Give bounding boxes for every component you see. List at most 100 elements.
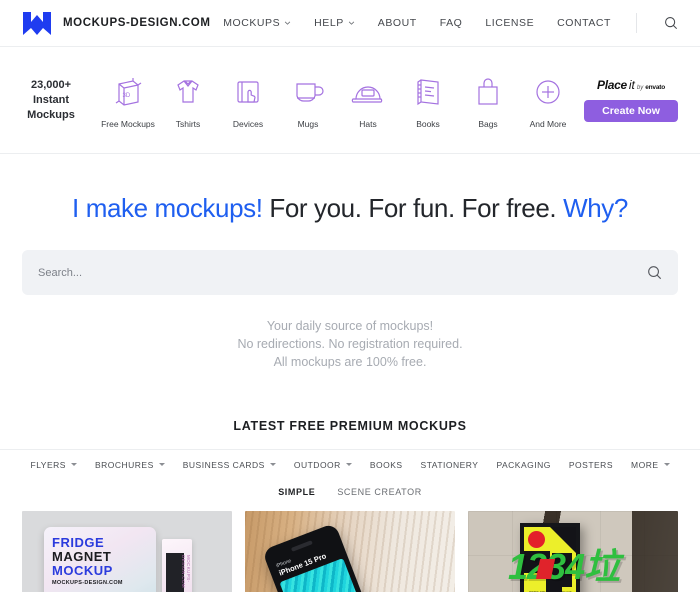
mockup-card-poster-wall[interactable]: FREE STYLISH MOCKUP MOCKUPS-DESIGN 1234垃…: [468, 511, 678, 592]
wall-shadow: [632, 511, 678, 592]
filter-label: BUSINESS CARDS: [182, 459, 265, 470]
logo[interactable]: MOCKUPS-DESIGN.COM: [22, 11, 211, 36]
count-line-1: 23,000+: [30, 78, 72, 91]
chevron-down-icon: [269, 463, 276, 466]
category-items: 3D Free Mockups Tshirts Devices Mugs Hat…: [80, 72, 578, 129]
search-input[interactable]: [38, 266, 647, 279]
header-search-button[interactable]: [664, 16, 678, 30]
poster-shape-2: [524, 551, 550, 573]
placeit-promo: Place it by envato Create Now: [584, 78, 678, 122]
mockup-card-iphone-wood[interactable]: iPhone iPhone 15 Pro: [245, 511, 455, 592]
page-root: MOCKUPS-DESIGN.COM MOCKUPS HELP ABOUT FA…: [0, 0, 700, 592]
magnet-line-4: MOCKUPS-DESIGN.COM: [52, 580, 123, 586]
poster-frame: FREE STYLISH MOCKUP MOCKUPS-DESIGN: [520, 523, 580, 592]
tagline-line-1: Your daily source of mockups!: [266, 319, 434, 333]
placeit-logo: Place it by envato: [597, 78, 665, 92]
nav-divider: [636, 13, 637, 33]
filter-label: PACKAGING: [496, 459, 551, 470]
filter-brochures[interactable]: BROCHURES: [95, 460, 165, 470]
nav-label: FAQ: [439, 17, 463, 29]
search-icon: [665, 17, 678, 30]
headline-dark: For you. For fun. For free.: [262, 193, 564, 223]
magnet-line-2: MAGNET: [52, 549, 112, 564]
site-header: MOCKUPS-DESIGN.COM MOCKUPS HELP ABOUT FA…: [0, 0, 700, 47]
magnet-side-text: MOCKUPS-DESIGN.COM: [181, 555, 191, 589]
nav-item-about[interactable]: ABOUT: [378, 17, 417, 29]
filter-books[interactable]: BOOKS: [370, 460, 403, 470]
poster-shape-4: [546, 573, 562, 592]
nav-item-help[interactable]: HELP: [314, 17, 355, 29]
nav-label: LICENSE: [485, 17, 535, 29]
svg-text:3D: 3D: [123, 93, 131, 99]
device-hand-icon: [232, 72, 264, 112]
mockup-card-fridge-magnet[interactable]: FRIDGE MAGNET MOCKUP MOCKUPS-DESIGN.COM …: [22, 511, 232, 592]
nav-item-mockups[interactable]: MOCKUPS: [223, 17, 291, 29]
nav-label: MOCKUPS: [223, 17, 281, 29]
search-icon[interactable]: [647, 265, 662, 280]
logo-text: MOCKUPS-DESIGN.COM: [63, 17, 211, 29]
category-free-mockups[interactable]: 3D Free Mockups: [98, 72, 158, 129]
instant-mockups-count: 23,000+ Instant Mockups: [22, 78, 80, 123]
filter-outdoor[interactable]: OUTDOOR: [294, 460, 352, 470]
magnet-front: FRIDGE MAGNET MOCKUP MOCKUPS-DESIGN.COM: [44, 527, 156, 592]
filter-posters[interactable]: POSTERS: [569, 460, 613, 470]
category-devices[interactable]: Devices: [218, 72, 278, 129]
mockup-card-grid: FRIDGE MAGNET MOCKUP MOCKUPS-DESIGN.COM …: [0, 511, 700, 592]
magnet-line-1: FRIDGE: [52, 535, 105, 550]
main-nav: MOCKUPS HELP ABOUT FAQ LICENSE CONTACT: [223, 13, 678, 33]
category-label: Bags: [478, 118, 498, 129]
box-3d-icon: 3D: [111, 72, 145, 112]
category-label: Tshirts: [175, 118, 201, 129]
category-label: Books: [416, 118, 440, 129]
nav-label: HELP: [314, 17, 344, 29]
category-label: Devices: [232, 118, 264, 129]
headline-why-link[interactable]: Why?: [563, 193, 628, 223]
subtab-scene-creator[interactable]: SCENE CREATOR: [337, 487, 421, 497]
tshirt-icon: [172, 72, 204, 112]
category-strip: 23,000+ Instant Mockups 3D Free Mockups: [0, 47, 700, 154]
chevron-down-icon: [158, 463, 165, 466]
filter-flyers[interactable]: FLYERS: [31, 460, 77, 470]
filter-packaging[interactable]: PACKAGING: [496, 460, 550, 470]
subtab-simple[interactable]: SIMPLE: [278, 487, 315, 497]
chevron-down-icon: [663, 463, 670, 466]
filter-more[interactable]: MORE: [631, 460, 670, 470]
hero-headline: I make mockups! For you. For fun. For fr…: [22, 192, 678, 224]
category-and-more[interactable]: And More: [518, 72, 578, 129]
plus-circle-icon: [532, 72, 564, 112]
category-books[interactable]: Books: [398, 72, 458, 129]
category-label: Free Mockups: [101, 118, 155, 129]
hero-search-bar[interactable]: [22, 250, 678, 295]
chevron-down-icon: [345, 463, 352, 466]
count-line-2: Instant: [32, 93, 70, 106]
filter-business-cards[interactable]: BUSINESS CARDS: [183, 460, 276, 470]
nav-item-license[interactable]: LICENSE: [485, 17, 534, 29]
mug-icon: [291, 72, 325, 112]
category-filter-bar: FLYERS BROCHURES BUSINESS CARDS OUTDOOR …: [0, 449, 700, 479]
nav-item-faq[interactable]: FAQ: [440, 17, 463, 29]
category-label: And More: [529, 118, 567, 129]
category-mugs[interactable]: Mugs: [278, 72, 338, 129]
chevron-down-icon: [284, 21, 291, 25]
poster-circle-shape: [528, 531, 545, 548]
headline-blue-1: I make mockups!: [72, 193, 263, 223]
category-label: Mugs: [297, 118, 319, 129]
hero-tagline: Your daily source of mockups! No redirec…: [22, 317, 678, 371]
create-now-button[interactable]: Create Now: [584, 100, 678, 122]
placeit-brand-bold: Place: [597, 78, 627, 92]
nav-item-contact[interactable]: CONTACT: [557, 17, 611, 29]
book-icon: [413, 72, 443, 112]
filter-stationery[interactable]: STATIONERY: [421, 460, 479, 470]
count-line-3: Mockups: [27, 108, 75, 121]
category-tshirts[interactable]: Tshirts: [158, 72, 218, 129]
filter-label: STATIONERY: [420, 459, 479, 470]
magnet-line-3: MOCKUP: [52, 563, 113, 578]
filter-label: BROCHURES: [94, 459, 154, 470]
category-hats[interactable]: Hats: [338, 72, 398, 129]
filter-label: FLYERS: [30, 459, 66, 470]
view-subtabs: SIMPLE SCENE CREATOR: [0, 487, 700, 497]
hero-section: I make mockups! For you. For fun. For fr…: [0, 154, 700, 371]
category-bags[interactable]: Bags: [458, 72, 518, 129]
chevron-down-icon: [348, 21, 354, 25]
poster-artwork: FREE STYLISH MOCKUP MOCKUPS-DESIGN: [524, 527, 576, 592]
